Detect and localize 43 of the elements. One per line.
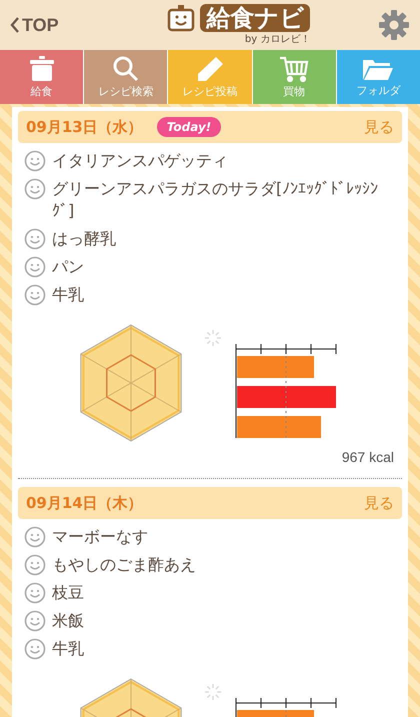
nav-tab[interactable]: レシピ検索 xyxy=(84,50,168,104)
today-badge: Today! xyxy=(156,117,222,137)
dish-name: マーボーなす xyxy=(52,526,148,548)
search-icon xyxy=(112,56,140,82)
back-label: TOP xyxy=(22,14,59,36)
smiley-icon xyxy=(24,610,46,632)
settings-icon[interactable] xyxy=(378,9,410,41)
menu-date: 09月13日（水） xyxy=(26,118,143,136)
nav-tab[interactable]: 買物 xyxy=(252,50,337,104)
smiley-icon xyxy=(24,256,46,278)
smiley-icon xyxy=(24,554,46,576)
back-link[interactable]: TOP xyxy=(10,14,59,36)
dish-name: グリーンアスパラガスのサラダ[ﾉﾝｴｯｸﾞﾄﾞﾚｯｼﾝｸﾞ] xyxy=(52,178,380,222)
smiley-icon xyxy=(24,178,46,200)
dish-name: イタリアンスパゲッティ xyxy=(52,150,228,172)
cart-icon xyxy=(279,56,310,82)
smiley-icon xyxy=(24,582,46,604)
dish-name: 牛乳 xyxy=(52,284,84,306)
view-link[interactable]: 見る xyxy=(364,494,394,512)
smiley-icon xyxy=(24,638,46,660)
dish-name: はっ酵乳 xyxy=(52,228,116,250)
dish-name: パン xyxy=(52,256,84,278)
smiley-icon xyxy=(24,526,46,548)
smiley-icon xyxy=(24,284,46,306)
nav-tab[interactable]: 給食 xyxy=(0,50,84,104)
dish-name: 米飯 xyxy=(52,610,84,632)
dish-name: 枝豆 xyxy=(52,582,84,604)
nav-tab[interactable]: レシピ投稿 xyxy=(168,50,253,104)
smiley-icon xyxy=(24,150,46,172)
nav-tab[interactable]: フォルダ xyxy=(336,50,420,104)
chevron-left-icon xyxy=(10,17,20,33)
dish-name: もやしのごま酢あえ xyxy=(52,554,196,576)
dish-name: 牛乳 xyxy=(52,638,84,660)
view-link[interactable]: 見る xyxy=(364,118,394,136)
byline: by カロレビ！ xyxy=(244,33,310,46)
pencil-icon xyxy=(196,56,224,82)
loading-spinner-icon xyxy=(205,684,221,700)
pot-mascot-icon xyxy=(166,4,196,32)
smiley-icon xyxy=(24,228,46,250)
loading-spinner-icon xyxy=(205,330,221,346)
app-logo: 給食ナビ xyxy=(200,4,310,32)
menu-date: 09月14日（木） xyxy=(26,494,143,512)
calorie-total: 967 kcal xyxy=(342,449,394,465)
